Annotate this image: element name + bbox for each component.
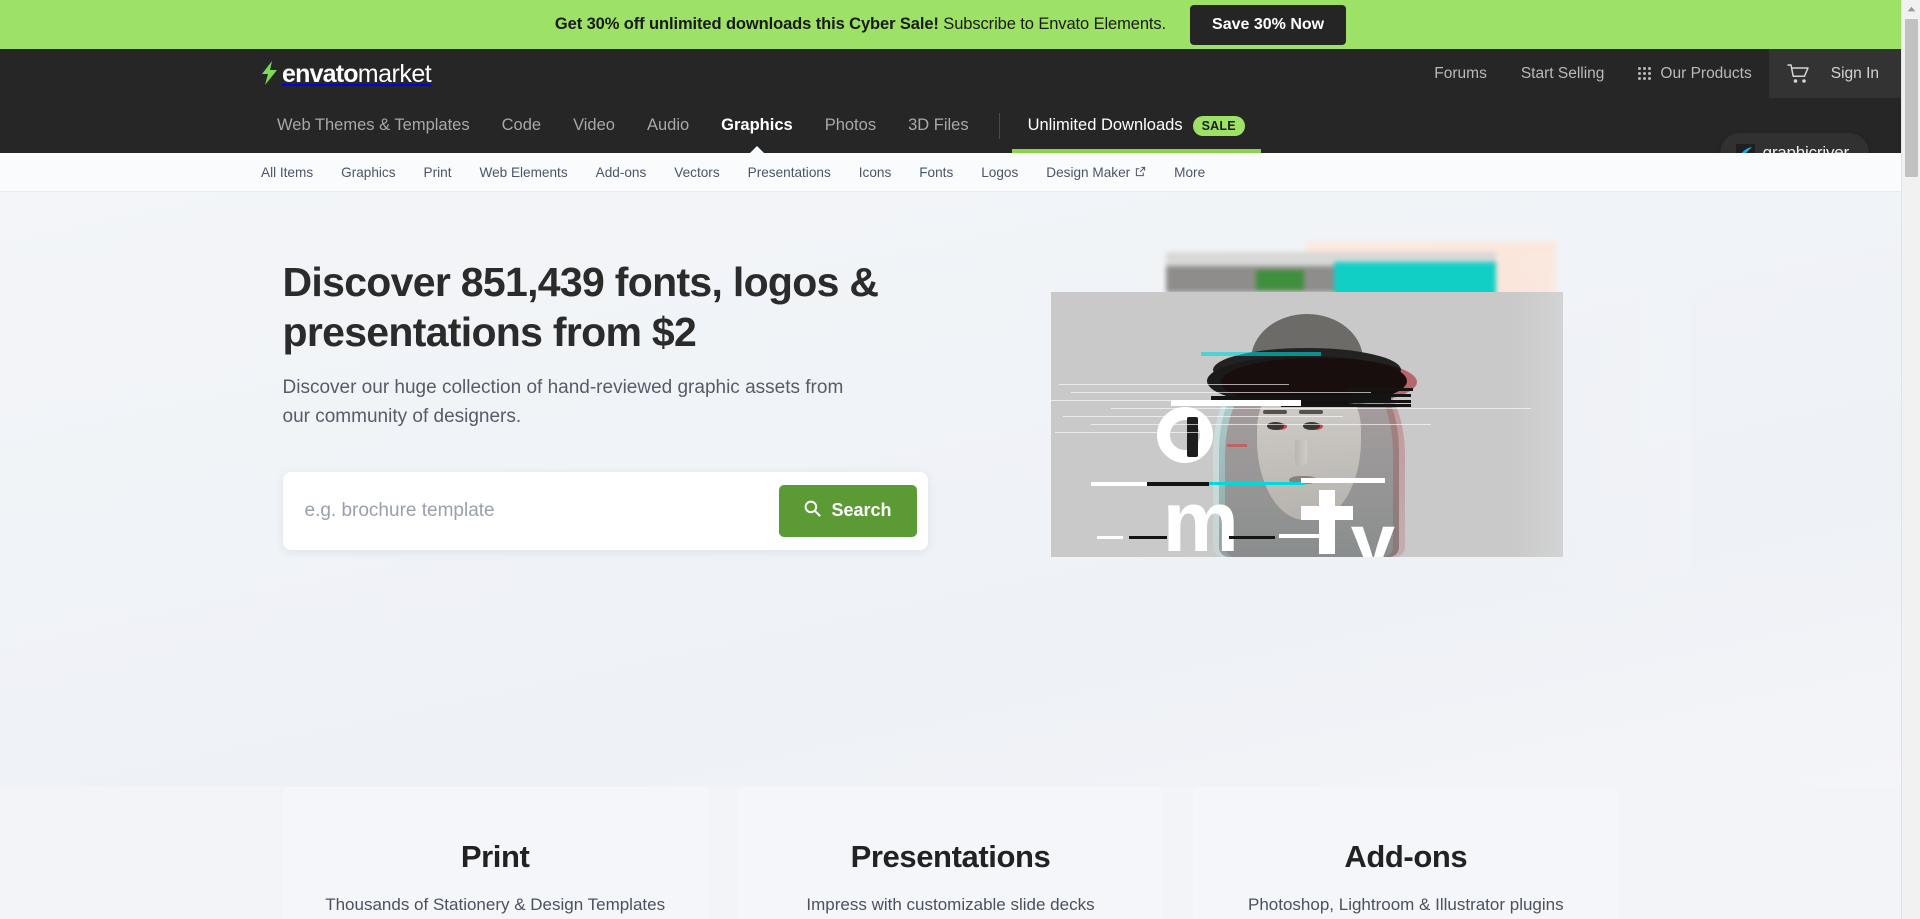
subnav-item-vectors[interactable]: Vectors (674, 165, 719, 180)
search-icon (804, 500, 822, 522)
hero-subtitle: Discover our huge collection of hand-rev… (282, 377, 844, 428)
header-link-start-selling[interactable]: Start Selling (1504, 49, 1622, 98)
nav-divider (998, 112, 1000, 139)
nav-item-web-themes-templates[interactable]: Web Themes & Templates (261, 98, 486, 153)
browser-viewport: Get 30% off unlimited downloads this Cyb… (0, 0, 1920, 919)
subnav-item-design-maker[interactable]: Design Maker (1046, 165, 1146, 180)
nav-item-photos[interactable]: Photos (809, 98, 892, 153)
scrollbar-up-arrow-icon[interactable] (1902, 0, 1920, 17)
external-link-icon (1135, 165, 1146, 180)
cart-icon[interactable] (1786, 63, 1809, 84)
header-link-forums[interactable]: Forums (1417, 49, 1504, 98)
hero-search-card: Search (282, 471, 928, 550)
cart-and-signin-zone: Sign In (1768, 49, 1901, 98)
grid-icon (1638, 67, 1652, 80)
envato-market-logo[interactable]: envato market (261, 58, 432, 89)
nav-item-unlimited-downloads[interactable]: Unlimited Downloads SALE (1011, 98, 1261, 153)
subnav-item-web-elements[interactable]: Web Elements (479, 165, 567, 180)
subnav-item-all-items[interactable]: All Items (261, 165, 313, 180)
nav-item-video[interactable]: Video (557, 98, 631, 153)
card-subtitle: Thousands of Stationery & Design Templat… (325, 895, 666, 914)
page-scrollbar[interactable] (1901, 0, 1920, 919)
lightning-bolt-icon (261, 61, 278, 85)
subnav-item-more[interactable]: More (1174, 165, 1205, 180)
header-link-our-products[interactable]: Our Products (1621, 49, 1768, 98)
hero-artwork: m y (1050, 242, 1691, 582)
subnav-item-logos[interactable]: Logos (981, 165, 1018, 180)
logo-brand-text: envato (282, 60, 359, 88)
promo-text-rest: Subscribe to Envato Elements. (938, 15, 1167, 33)
sign-in-link[interactable]: Sign In (1831, 65, 1879, 83)
hero-section: Discover 851,439 fonts, logos & presenta… (0, 192, 1901, 787)
card-title: Add-ons (1344, 839, 1468, 874)
promo-banner: Get 30% off unlimited downloads this Cyb… (0, 0, 1901, 49)
nav-item-graphics-label: Graphics (721, 116, 793, 134)
unlimited-downloads-label: Unlimited Downloads (1027, 116, 1183, 134)
subnav-item-add-ons[interactable]: Add-ons (596, 165, 647, 180)
search-button-label: Search (831, 500, 892, 521)
active-tab-caret-icon (749, 146, 764, 153)
logo-suffix-text: market (357, 60, 432, 88)
promo-text: Get 30% off unlimited downloads this Cyb… (555, 15, 1166, 34)
category-card-print[interactable]: Print Thousands of Stationery & Design T… (282, 787, 708, 919)
card-subtitle: Impress with customizable slide decks (806, 895, 1095, 914)
category-card-presentations[interactable]: Presentations Impress with customizable … (737, 787, 1164, 919)
card-subtitle: Photoshop, Lightroom & Illustrator plugi… (1248, 895, 1564, 914)
scrollbar-thumb[interactable] (1905, 19, 1918, 177)
hero-copy: Discover 851,439 fonts, logos & presenta… (282, 257, 943, 550)
card-title: Presentations (850, 839, 1051, 874)
nav-item-audio[interactable]: Audio (631, 98, 705, 153)
header-top-right-group: Forums Start Selling Our Products Sign I… (1417, 49, 1901, 98)
category-cards: Print Thousands of Stationery & Design T… (271, 787, 1631, 919)
design-maker-label: Design Maker (1046, 164, 1131, 180)
save-30-percent-button[interactable]: Save 30% Now (1190, 4, 1347, 45)
our-products-label: Our Products (1660, 64, 1752, 82)
header-top-bar: envato market Forums Start Selling Our P… (0, 49, 1901, 98)
nav-item-3d-files[interactable]: 3D Files (892, 98, 985, 153)
search-input[interactable] (282, 499, 780, 522)
nav-item-code[interactable]: Code (486, 98, 557, 153)
subnav-item-fonts[interactable]: Fonts (919, 165, 953, 180)
category-card-add-ons[interactable]: Add-ons Photoshop, Lightroom & Illustrat… (1193, 787, 1619, 919)
primary-nav: Web Themes & Templates Code Video Audio … (0, 98, 1901, 173)
search-button[interactable]: Search (779, 484, 917, 537)
subnav-item-graphics[interactable]: Graphics (341, 165, 395, 180)
subnav-item-icons[interactable]: Icons (859, 165, 892, 180)
promo-text-bold: Get 30% off unlimited downloads this Cyb… (554, 15, 939, 33)
subnav-item-presentations[interactable]: Presentations (748, 165, 831, 180)
hero-title: Discover 851,439 fonts, logos & presenta… (282, 259, 880, 356)
card-title: Print (460, 839, 530, 874)
hero-artwork-glitch-portrait: m y (1050, 292, 1563, 557)
page-content: Get 30% off unlimited downloads this Cyb… (0, 0, 1901, 919)
sale-badge: SALE (1192, 115, 1245, 136)
nav-item-graphics[interactable]: Graphics (705, 98, 809, 153)
subnav-item-print[interactable]: Print (424, 165, 452, 180)
site-header: envato market Forums Start Selling Our P… (0, 49, 1901, 173)
category-subnav: All Items Graphics Print Web Elements Ad… (0, 153, 1901, 192)
